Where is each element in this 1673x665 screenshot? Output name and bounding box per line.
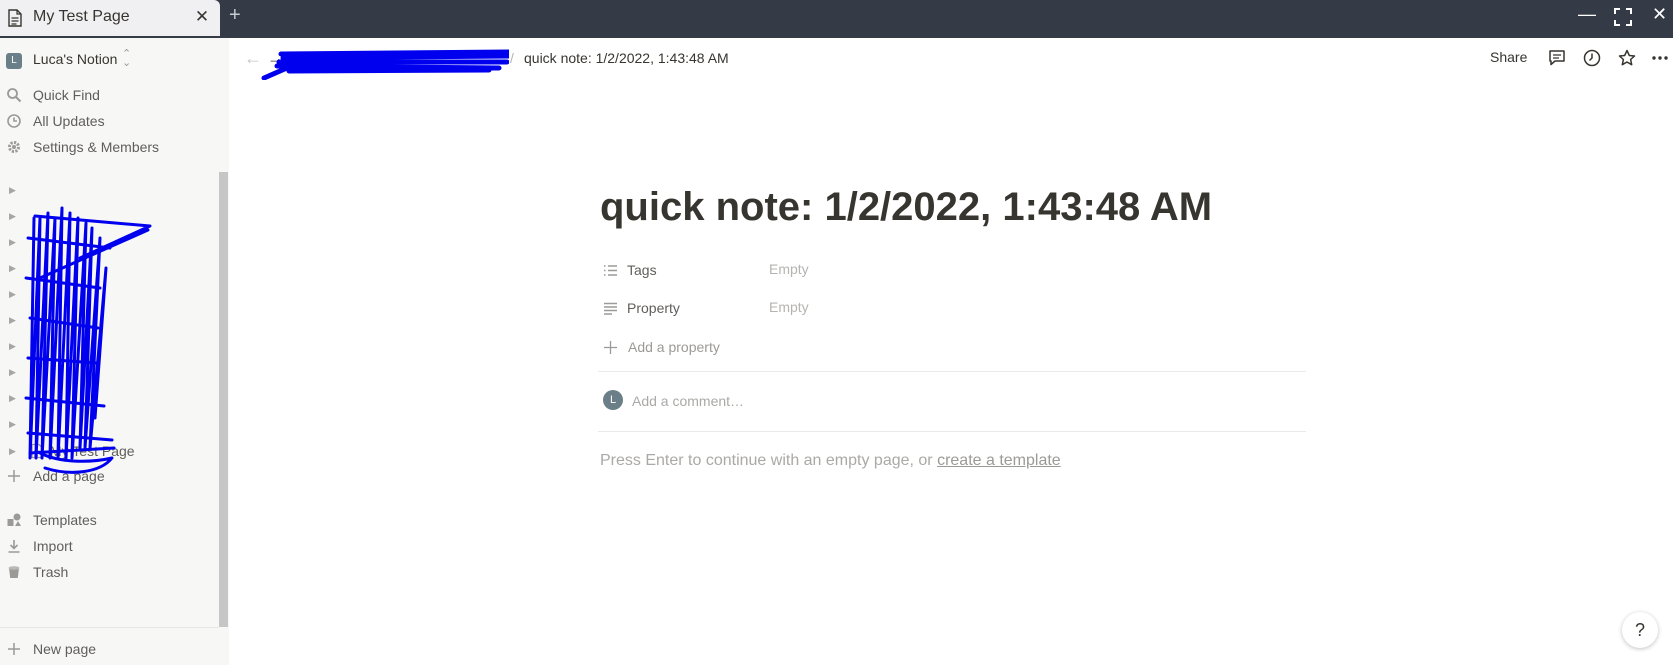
search-icon [7,88,22,103]
plus-icon [8,643,20,655]
sidebar-item-import[interactable]: Import [0,534,218,558]
sidebar-item-label: Templates [33,512,97,528]
page-title[interactable]: quick note: 1/2/2022, 1:43:48 AM [600,185,1212,230]
workspace-avatar: L [6,53,22,69]
sidebar-item-label: All Updates [33,113,105,129]
gear-icon [8,141,20,153]
tab-title: My Test Page [33,8,130,25]
redaction-scribble [24,206,152,474]
comment-input[interactable]: Add a comment… [632,393,744,409]
sidebar-scrollbar[interactable] [219,172,228,627]
trash-icon [8,566,20,578]
star-icon[interactable] [1617,48,1637,68]
sidebar: L Luca's Notion ⌃ ⌄ Quick Find All Update… [0,38,229,665]
sidebar-item-settings[interactable]: Settings & Members [0,135,218,159]
sidebar-item-templates[interactable]: Templates [0,508,218,532]
empty-page-hint-text: Press Enter to continue with an empty pa… [600,452,933,469]
new-page-label: New page [33,641,97,657]
maximize-icon[interactable] [1614,8,1632,26]
plus-icon [604,341,617,354]
property-name: Property [627,300,680,316]
title-bar: My Test Page ✕ + — ✕ [0,0,1673,38]
sidebar-divider [0,627,219,628]
page-topbar: ← → / quick note: 1/2/2022, 1:43:48 AM S… [229,38,1673,83]
sidebar-item-trash[interactable]: Trash [0,560,218,584]
sidebar-item-label: Quick Find [33,87,100,103]
help-button[interactable]: ? [1622,612,1658,648]
property-row-property[interactable]: Property Empty [598,292,1306,324]
add-property-button[interactable]: Add a property [598,331,1306,363]
avatar: L [603,390,623,410]
sidebar-item-label: Import [33,538,73,554]
property-value[interactable]: Empty [769,261,809,277]
breadcrumb-current[interactable]: quick note: 1/2/2022, 1:43:48 AM [524,50,729,66]
add-property-label: Add a property [628,339,720,355]
property-value[interactable]: Empty [769,299,809,315]
import-icon [8,540,20,553]
create-template-link[interactable]: create a template [937,452,1061,469]
sidebar-item-quick-find[interactable]: Quick Find [0,83,218,107]
sidebar-item-all-updates[interactable]: All Updates [0,109,218,133]
sidebar-item-label: Settings & Members [33,139,160,155]
workspace-name: Luca's Notion [33,51,118,67]
more-icon[interactable] [1650,48,1670,68]
new-tab-button[interactable]: + [229,4,241,27]
share-button[interactable]: Share [1490,49,1527,65]
comment-icon[interactable] [1547,48,1567,68]
chevron-updown-icon: ⌃ ⌄ [122,48,132,69]
text-lines-icon [604,302,617,315]
list-icon [604,265,617,276]
new-page-button[interactable]: New page [0,637,218,661]
sidebar-item-label: Trash [33,564,69,580]
window-close-icon[interactable]: ✕ [1652,4,1667,25]
property-name: Tags [627,262,657,278]
history-clock-icon[interactable] [1582,48,1602,68]
divider [598,431,1306,432]
clock-icon [7,114,21,128]
breadcrumb-redaction-scribble [261,49,509,80]
templates-icon [7,513,21,526]
divider [598,371,1306,372]
tab-close-icon[interactable]: ✕ [192,7,212,27]
page-icon [8,9,22,27]
breadcrumb-separator: / [510,50,514,66]
property-row-tags[interactable]: Tags Empty [598,254,1306,286]
minimize-icon[interactable]: — [1578,4,1596,25]
browser-tab[interactable]: My Test Page ✕ [0,0,220,36]
empty-page-hint: Press Enter to continue with an empty pa… [600,452,1061,470]
